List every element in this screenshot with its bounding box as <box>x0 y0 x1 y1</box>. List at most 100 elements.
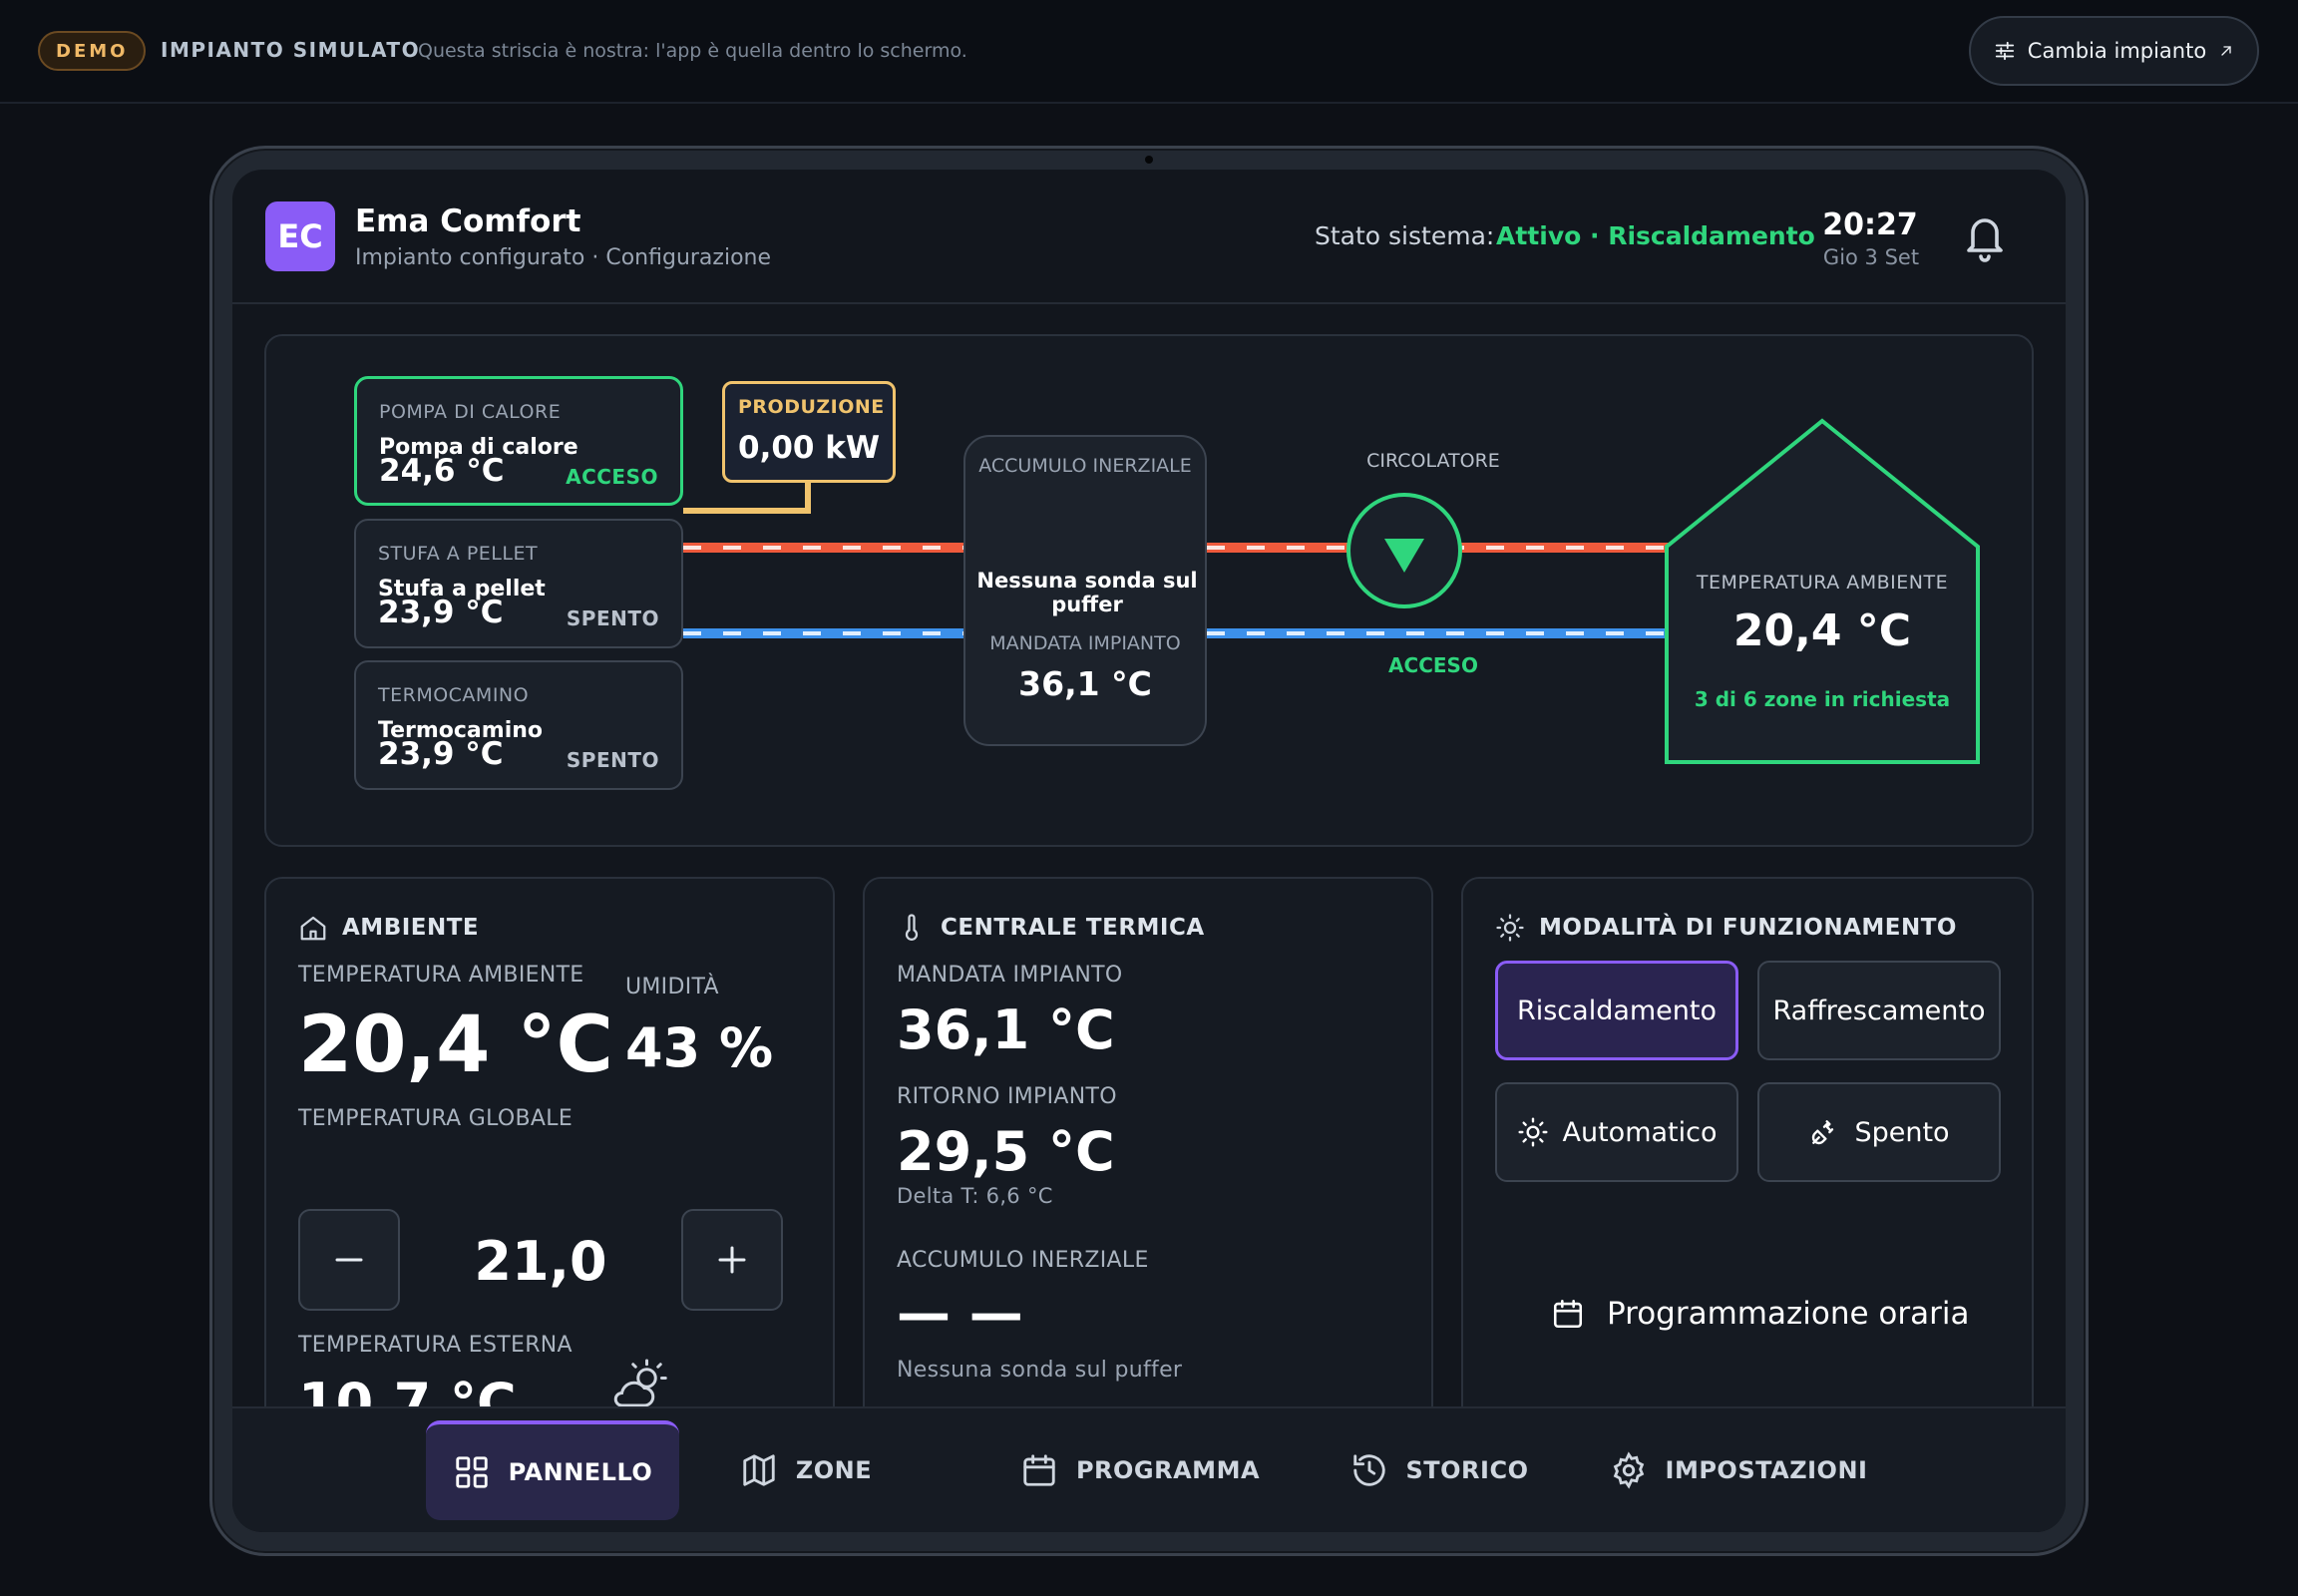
card-title: MODALITÀ DI FUNZIONAMENTO <box>1495 913 1957 943</box>
plant-schematic: POMPA DI CALORE Pompa di calore 24,6 °C … <box>264 334 2034 847</box>
nav-label: PANNELLO <box>508 1458 653 1486</box>
source-title: TERMOCAMINO <box>378 684 530 706</box>
mode-label: Riscaldamento <box>1516 995 1718 1026</box>
circulator-pump[interactable] <box>1346 493 1462 608</box>
app-screen: EC Ema Comfort Impianto configurato · Co… <box>232 170 2066 1532</box>
setpoint-value: 21,0 <box>474 1230 607 1293</box>
global-temp-label: TEMPERATURA GLOBALE <box>298 1106 574 1131</box>
map-icon <box>743 1454 775 1486</box>
flow-value: 36,1 °C <box>897 998 1115 1061</box>
decrease-button[interactable] <box>298 1209 400 1311</box>
schedule-label: Programmazione oraria <box>1607 1296 1970 1332</box>
mode-raffrescamento-button[interactable]: Raffrescamento <box>1757 961 2001 1060</box>
source-pellet-stove[interactable]: STUFA A PELLET Stufa a pellet 23,9 °C SP… <box>354 519 683 648</box>
house-title: TEMPERATURA AMBIENTE <box>1696 572 1949 594</box>
nav-storico[interactable]: STORICO <box>1330 1420 1549 1520</box>
room-temp-value: 20,4 °C <box>298 1000 613 1090</box>
flow-label: MANDATA IMPIANTO <box>897 963 1123 988</box>
nav-impostazioni[interactable]: IMPOSTAZIONI <box>1599 1420 1878 1520</box>
room-temp-label: TEMPERATURA AMBIENTE <box>298 963 584 988</box>
bell-icon[interactable] <box>1961 210 2009 262</box>
minus-icon <box>335 1258 363 1262</box>
outdoor-temp-label: TEMPERATURA ESTERNA <box>298 1333 573 1358</box>
hot-pipe-left <box>683 543 963 553</box>
clock-date: Gio 3 Set <box>1822 245 1920 269</box>
status-label: Stato sistema: <box>1315 221 1495 250</box>
delta-t: Delta T: 6,6 °C <box>897 1184 1053 1208</box>
schedule-button[interactable]: Programmazione oraria <box>1551 1296 1969 1332</box>
mode-label: Automatico <box>1562 1116 1718 1148</box>
status-value: Attivo · Riscaldamento <box>1496 221 1815 250</box>
sliders-icon <box>1995 41 2014 61</box>
return-label: RITORNO IMPIANTO <box>897 1084 1117 1109</box>
demo-strip: DEMO IMPIANTO SIMULATO Questa striscia è… <box>0 0 2298 104</box>
source-temp: 24,6 °C <box>379 453 505 489</box>
card-ambiente: AMBIENTE TEMPERATURA AMBIENTE 20,4 °C UM… <box>264 877 835 1455</box>
tank-message: Nessuna sonda sul puffer <box>976 569 1198 616</box>
thermometer-icon <box>905 914 919 941</box>
plug-off-icon <box>1812 1120 1834 1145</box>
arrow-up-right-icon <box>2221 46 2231 56</box>
house-zones: 3 di 6 zone in richiesta <box>1694 687 1951 711</box>
change-plant-button[interactable]: Cambia impianto <box>1969 16 2259 86</box>
tank-label: ACCUMULO INERZIALE <box>897 1248 1149 1273</box>
bottom-nav: PANNELLO ZONE PROGRAMMA STORICO IMPOSTAZ… <box>232 1406 2066 1532</box>
nav-label: PROGRAMMA <box>1075 1456 1261 1484</box>
clock-time: 20:27 <box>1822 207 1918 242</box>
triangle-down-icon <box>1384 539 1424 573</box>
production-title: PRODUZIONE <box>738 396 885 418</box>
production-value: 0,00 kW <box>738 430 881 466</box>
nav-label: STORICO <box>1405 1456 1529 1484</box>
history-icon <box>1352 1454 1385 1486</box>
source-title: POMPA DI CALORE <box>379 401 562 423</box>
tank-note: Nessuna sonda sul puffer <box>897 1358 1183 1383</box>
sun-icon <box>1496 914 1524 942</box>
source-temp: 23,9 °C <box>378 595 504 630</box>
camera-dot <box>1145 156 1153 164</box>
mode-spento-button[interactable]: Spento <box>1757 1082 2001 1182</box>
return-value: 29,5 °C <box>897 1120 1115 1183</box>
source-heat-pump[interactable]: POMPA DI CALORE Pompa di calore 24,6 °C … <box>354 376 683 506</box>
nav-zone[interactable]: ZONE <box>731 1420 881 1520</box>
circulator-state: ACCESO <box>1388 653 1478 677</box>
plus-icon <box>718 1246 746 1274</box>
tank-flow-label: MANDATA IMPIANTO <box>989 632 1181 654</box>
home-icon <box>300 916 326 941</box>
increase-button[interactable] <box>681 1209 783 1311</box>
house-temp: 20,4 °C <box>1732 605 1912 656</box>
demo-badge: DEMO <box>38 31 147 71</box>
cold-pipe-left <box>683 628 963 638</box>
source-title: STUFA A PELLET <box>378 543 539 565</box>
card-title: CENTRALE TERMICA <box>897 913 1205 943</box>
nav-pannello[interactable]: PANNELLO <box>426 1420 679 1520</box>
app-logo: EC <box>265 201 335 271</box>
grid-icon <box>455 1456 488 1488</box>
mode-riscaldamento-button[interactable]: Riscaldamento <box>1495 961 1738 1060</box>
calendar-icon <box>1023 1454 1055 1486</box>
gear-icon <box>1613 1451 1644 1489</box>
nav-label: ZONE <box>795 1456 873 1484</box>
card-centrale-termica: CENTRALE TERMICA MANDATA IMPIANTO 36,1 °… <box>863 877 1433 1455</box>
source-state: SPENTO <box>566 606 659 630</box>
cold-pipe-right <box>1207 628 1684 638</box>
mode-automatico-button[interactable]: Automatico <box>1495 1082 1738 1182</box>
mode-label: Raffrescamento <box>1772 995 1986 1026</box>
app-subtitle: Impianto configurato · Configurazione <box>355 245 772 270</box>
sun-icon <box>1517 1117 1548 1147</box>
change-plant-label: Cambia impianto <box>2027 39 2207 63</box>
humidity-label: UMIDITÀ <box>625 975 719 999</box>
production-link <box>683 508 811 514</box>
mode-label: Spento <box>1854 1116 1950 1148</box>
nav-programma[interactable]: PROGRAMMA <box>1010 1420 1270 1520</box>
source-state: SPENTO <box>566 748 659 772</box>
app-header: EC Ema Comfort Impianto configurato · Co… <box>232 170 2066 304</box>
source-temp: 23,9 °C <box>378 736 504 772</box>
source-state: ACCESO <box>566 465 658 489</box>
source-fireplace[interactable]: TERMOCAMINO Termocamino 23,9 °C SPENTO <box>354 660 683 790</box>
buffer-tank[interactable]: ACCUMULO INERZIALE Nessuna sonda sul puf… <box>963 435 1207 746</box>
circulator-title: CIRCOLATORE <box>1366 450 1500 472</box>
strip-note: Questa striscia è nostra: l'app è quella… <box>418 40 967 62</box>
tank-title: ACCUMULO INERZIALE <box>978 455 1192 477</box>
modalita-title: MODALITÀ DI FUNZIONAMENTO <box>1539 915 1957 941</box>
card-modalita: MODALITÀ DI FUNZIONAMENTO Riscaldamento … <box>1461 877 2034 1455</box>
